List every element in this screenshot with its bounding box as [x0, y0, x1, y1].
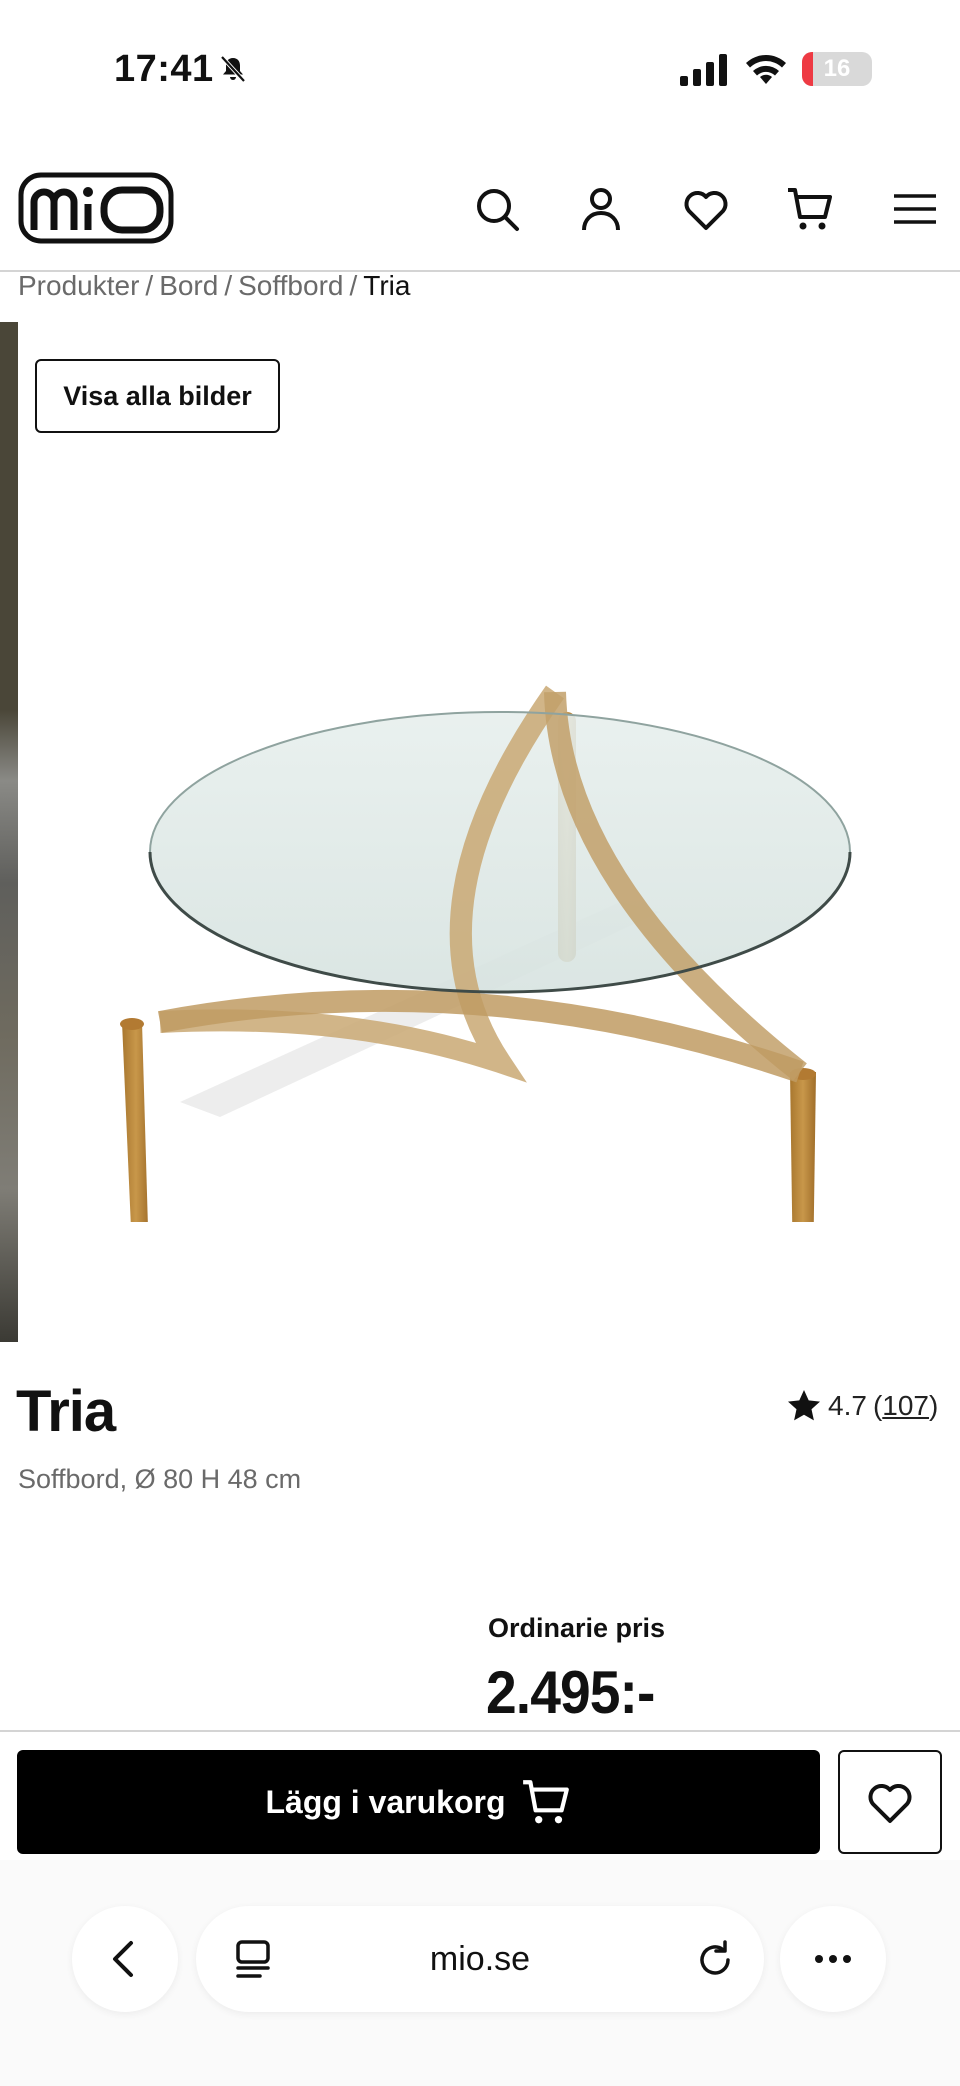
breadcrumb-separator: / [349, 270, 358, 301]
star-icon [788, 1390, 820, 1421]
more-dots-icon [815, 1955, 851, 1963]
search-button[interactable] [470, 182, 524, 236]
browser-more-button[interactable] [780, 1906, 886, 2012]
breadcrumb-link-produkter[interactable]: Produkter [18, 270, 139, 301]
breadcrumb: Produkter / Bord / Soffbord / Tria [18, 270, 410, 302]
mio-logo[interactable] [18, 172, 174, 244]
menu-icon [894, 194, 936, 224]
rating-paren-open: ( [872, 1390, 883, 1421]
heart-icon [868, 1784, 912, 1823]
account-icon [582, 188, 620, 231]
add-to-cart-button[interactable]: Lägg i varukorg [17, 1750, 820, 1854]
product-rating[interactable]: 4.7 (107) [786, 1388, 938, 1424]
cart-icon [788, 188, 832, 230]
breadcrumb-current: Tria [363, 270, 411, 301]
sticky-action-bar: Lägg i varukorg [0, 1730, 960, 1860]
reload-icon[interactable] [692, 1936, 738, 1982]
product-subtitle: Soffbord, Ø 80 H 48 cm [18, 1464, 302, 1494]
price-label: Ordinarie pris [488, 1613, 666, 1643]
product-title: Tria [16, 1379, 116, 1444]
view-all-images-button[interactable]: Visa alla bilder [35, 359, 280, 433]
add-to-wishlist-button[interactable] [838, 1750, 942, 1854]
wishlist-nav-button[interactable] [679, 182, 733, 236]
previous-image-peek[interactable] [0, 322, 18, 1342]
cart-button[interactable] [783, 182, 837, 236]
account-button[interactable] [574, 182, 628, 236]
cellular-signal-icon [680, 54, 727, 86]
product-price: 2.495:- [486, 1659, 655, 1726]
search-icon [477, 189, 519, 231]
rating-paren-close: ) [928, 1390, 939, 1421]
url-text: mio.se [429, 1940, 531, 1978]
wifi-icon [746, 55, 786, 84]
browser-back-button[interactable] [72, 1906, 178, 2012]
menu-button[interactable] [888, 182, 942, 236]
battery-level: 16 [823, 55, 851, 82]
browser-toolbar: mio.se [0, 1860, 960, 2086]
rating-count-link[interactable]: 107 [882, 1390, 929, 1421]
breadcrumb-separator: / [145, 270, 154, 301]
heart-icon [684, 191, 728, 230]
product-image-coffee-table [120, 685, 852, 1222]
breadcrumb-separator: / [224, 270, 233, 301]
product-gallery[interactable]: Visa alla bilder [0, 322, 960, 1342]
add-to-cart-label: Lägg i varukorg [265, 1783, 506, 1820]
rating-value: 4.7 [828, 1390, 867, 1421]
status-time: 17:41 [114, 48, 214, 90]
chevron-left-icon [113, 1941, 133, 1977]
battery-indicator: 16 [802, 52, 872, 86]
address-bar[interactable]: mio.se [196, 1906, 764, 2012]
cart-icon [522, 1780, 569, 1824]
breadcrumb-link-bord[interactable]: Bord [159, 270, 218, 301]
breadcrumb-link-soffbord[interactable]: Soffbord [238, 270, 343, 301]
site-header [0, 160, 960, 272]
status-bar: 17:41 16 [0, 0, 960, 140]
bell-slash-icon [220, 55, 246, 83]
